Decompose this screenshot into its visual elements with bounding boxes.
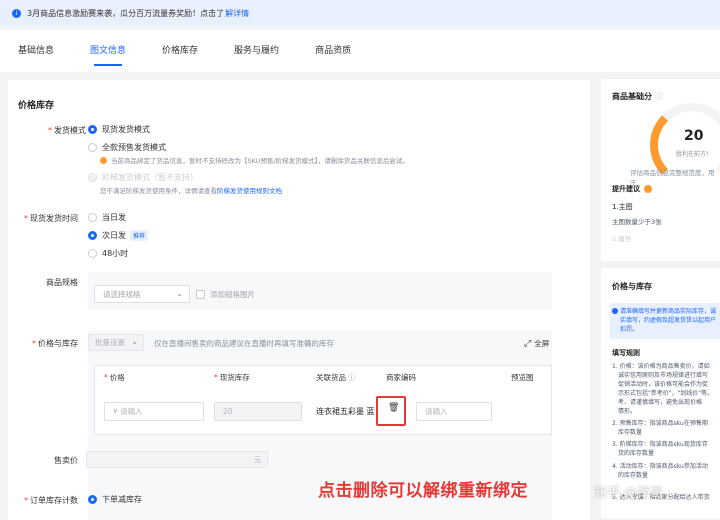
- suggest-item-title: 1.主图: [612, 203, 633, 211]
- batch-hint: 仅在直播间售卖的商品建议在直播时再填写准确的库存: [154, 339, 334, 348]
- price-stock-label: * 价格与库存: [32, 339, 78, 348]
- column-merchant-code: 商家编码: [386, 373, 416, 382]
- ladder-rule-link[interactable]: 阶梯发货使用规则文档: [217, 185, 282, 195]
- column-stock: * 现货库存: [214, 373, 250, 382]
- notice-text: 请准确填写并更新商品实际库存，诚实填写，约虚假及超发货货以起用户扣罚。: [620, 308, 717, 333]
- radio-next-day[interactable]: 次日发 推荐: [88, 230, 149, 241]
- score-subtitle: 胜利在前方!: [676, 151, 709, 158]
- rules-panel-title: 价格与库存: [612, 282, 652, 291]
- chevron-down-icon: ⌄: [176, 289, 183, 298]
- price-input[interactable]: ¥ 请输入: [104, 402, 204, 421]
- sale-price-label: 售卖价: [54, 456, 78, 465]
- radio-ladder-shipping: 阶梯发货模式（暂不支持）: [88, 172, 198, 183]
- price-stock-card: 价格库存 * 发货模式 现货发货模式 全款预售发货模式 当前商品绑定了货品信息，暂…: [8, 80, 590, 520]
- radio-checked-icon: [88, 495, 97, 504]
- tab-basic-info[interactable]: 基础信息: [18, 30, 54, 72]
- recommend-tag: 推荐: [130, 230, 149, 241]
- suggest-item2: 2.属性: [612, 235, 632, 243]
- rule-line: 1. 价格：该价格为商品售卖价，请如: [612, 363, 710, 370]
- radio-presale-shipping[interactable]: 全款预售发货模式: [88, 142, 166, 153]
- rule-line: 示形式包括"参考价"，"划线价"等。: [618, 390, 714, 397]
- suggest-item-text: 主图数量少于3张: [612, 218, 662, 226]
- radio-checked-icon: [88, 125, 97, 134]
- annotation-text: 点击删除可以解绑重新绑定: [318, 481, 528, 501]
- suggest-title: 提升建议: [612, 184, 652, 194]
- rule-line: 促销活动时，该价格可能会作为促: [618, 381, 709, 388]
- merchant-code-input[interactable]: 请输入: [416, 402, 492, 421]
- spec-label: 商品规格: [46, 278, 78, 287]
- column-linked-goods: 关联货品 ⓘ: [316, 373, 356, 382]
- presale-hint: 当前商品绑定了货品信息，暂时不支持修改为【SKU预售/阶梯发货模式】，请删除货品…: [100, 155, 409, 165]
- rule-line: 情形。: [618, 408, 637, 415]
- shipping-mode-label: * 发货模式: [48, 126, 86, 135]
- rule-line: 3. 阶梯库存：指该商品sku现货库存: [612, 441, 708, 448]
- radio-unchecked-icon: [88, 249, 97, 258]
- score-title: 商品基础分 ⓘ: [612, 92, 663, 101]
- add-spec-image-checkbox[interactable]: 添加规格图片: [196, 289, 255, 300]
- chevron-down-icon: ⌄: [131, 337, 138, 346]
- order-stock-label: * 订单库存计数: [24, 496, 78, 505]
- tab-qualification[interactable]: 商品资质: [315, 30, 351, 72]
- fullscreen-icon: ⤢: [524, 338, 532, 349]
- radio-order-reduce-stock[interactable]: 下单减库存: [88, 494, 142, 505]
- rule-line: 4. 活动库存：指该商品sku参加活动: [612, 463, 708, 470]
- checkbox-icon: [196, 290, 205, 299]
- announcement-banner: i 3月商品信息激励赛来袭，瓜分百万流量券奖励！点击了 解详情: [0, 0, 720, 26]
- watermark: 知乎 @择哥: [594, 486, 664, 501]
- column-preview: 预览图: [511, 373, 534, 382]
- tab-service-fulfillment[interactable]: 服务与履约: [234, 30, 279, 72]
- score-value: 20: [684, 128, 704, 144]
- rule-line: 考、请谨慎填写，避免出现价格: [618, 399, 703, 406]
- rules-title: 填写规则: [612, 349, 640, 357]
- info-icon: i: [12, 8, 21, 18]
- column-price: * 价格: [104, 373, 125, 382]
- ladder-hint: 您不满足阶梯发货使用条件，详情请查看 阶梯发货使用规则文档: [100, 185, 282, 195]
- spec-select[interactable]: 请选择规格 ⌄: [94, 285, 190, 303]
- ship-time-label: * 现货发货时间: [24, 214, 78, 223]
- info-icon: [612, 308, 618, 314]
- section-title: 价格库存: [18, 101, 55, 111]
- radio-disabled-icon: [88, 173, 97, 182]
- linked-goods-text: 连衣裙五彩墨 蓝: [316, 407, 375, 416]
- tab-bar: 基础信息 图文信息 价格库存 服务与履约 商品资质: [0, 30, 720, 72]
- batch-setting-select[interactable]: 批量设置 ⌄: [88, 334, 144, 351]
- radio-spot-shipping[interactable]: 现货发货模式: [88, 124, 150, 135]
- help-icon: ⓘ: [655, 92, 663, 101]
- banner-text: 3月商品信息激励赛来袭，瓜分百万流量券奖励！点击了: [27, 8, 225, 18]
- rule-line: 2. 预售库存：指该商品sku在预售期: [612, 420, 708, 427]
- warning-icon: [100, 156, 107, 164]
- sale-price-input: 元: [86, 451, 268, 468]
- rule-line: 库存数量: [618, 429, 643, 436]
- rule-line: 货的库存数量: [618, 450, 655, 457]
- radio-unchecked-icon: [88, 213, 97, 222]
- tab-image-text-info[interactable]: 图文信息: [90, 30, 126, 72]
- fullscreen-button[interactable]: ⤢ 全屏: [524, 338, 549, 349]
- help-icon: ⓘ: [348, 373, 356, 382]
- radio-48-hours[interactable]: 48小时: [88, 248, 128, 259]
- radio-same-day[interactable]: 当日发: [88, 212, 126, 223]
- rule-line: 诚实信用原则及市场规律进行填写: [618, 372, 709, 379]
- rule-line: 的库存数量: [618, 472, 649, 479]
- suggest-count-badge: [644, 185, 652, 193]
- radio-checked-icon: [88, 231, 97, 240]
- tab-price-stock[interactable]: 价格库存: [162, 30, 198, 72]
- stock-input: 20: [214, 402, 302, 421]
- banner-link[interactable]: 解详情: [225, 8, 249, 19]
- delete-highlight-box: [376, 396, 406, 426]
- yuan-suffix: 元: [254, 456, 261, 464]
- radio-unchecked-icon: [88, 143, 97, 152]
